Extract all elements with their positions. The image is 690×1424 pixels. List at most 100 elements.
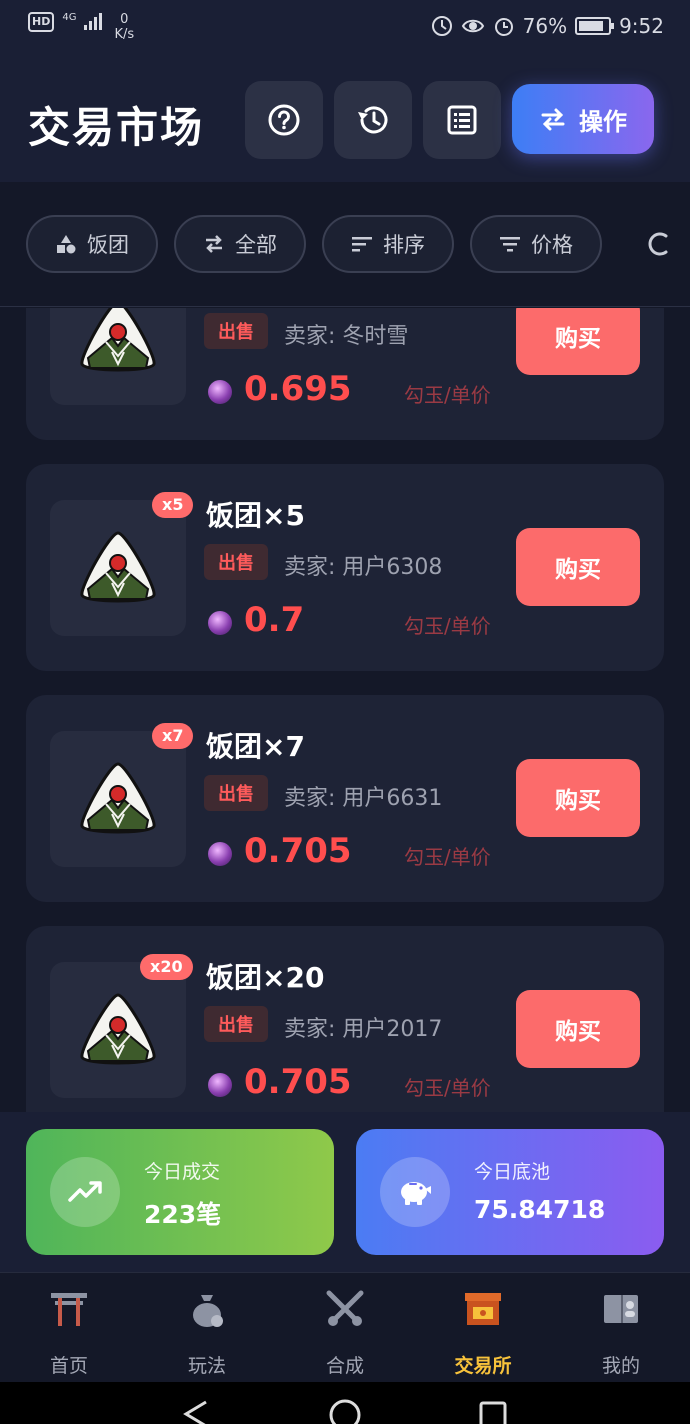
- sell-tag: 出售: [204, 775, 268, 811]
- swap-arrows-icon: [206, 235, 222, 253]
- listing-card: x7 饭团×7 出售 卖家: 用户6631 0.705 勾玉/单价 购买: [26, 695, 664, 902]
- sell-tag: 出售: [204, 1006, 268, 1042]
- history-button[interactable]: [334, 81, 412, 159]
- buy-button[interactable]: 购买: [516, 528, 640, 606]
- nav-profile-label: 我的: [601, 1355, 640, 1377]
- history-icon: [358, 106, 388, 134]
- listing-card: 出售 卖家: 冬时雪 0.695 勾玉/单价 购买: [26, 308, 664, 440]
- filter-bar: 饭团 全部 排序 价格: [0, 182, 690, 307]
- item-thumbnail: [50, 731, 186, 867]
- signal-icon: [84, 12, 103, 30]
- today-deals-value: 223笔: [144, 1200, 222, 1229]
- nav-play-label: 玩法: [187, 1355, 226, 1377]
- today-deals-card: 今日成交 223笔: [26, 1129, 334, 1255]
- home-icon[interactable]: [328, 1398, 362, 1424]
- nav-exchange[interactable]: 交易所: [414, 1273, 552, 1383]
- magatama-coin-icon: [208, 380, 232, 404]
- net-speed: 0 K/s: [114, 12, 135, 42]
- list-icon: [447, 105, 477, 135]
- filter-scope-label: 全部: [235, 233, 277, 257]
- item-thumbnail: [50, 308, 186, 405]
- trend-up-icon: [50, 1157, 120, 1227]
- listing-card: x20 饭团×20 出售 卖家: 用户2017 0.705 勾玉/单价 购买: [26, 926, 664, 1112]
- nav-home[interactable]: 首页: [0, 1273, 138, 1383]
- question-circle-icon: [268, 104, 300, 136]
- magatama-coin-icon: [208, 611, 232, 635]
- filter-icon: [500, 237, 520, 252]
- sell-tag: 出售: [204, 313, 268, 349]
- status-bar: HD 4G 0 K/s 76% 9:52: [0, 0, 690, 56]
- onigiri-icon: [80, 993, 156, 1065]
- quantity-badge: x20: [140, 954, 193, 980]
- network-type: 4G: [62, 12, 77, 23]
- battery-percent: 76%: [522, 14, 568, 38]
- price-filter-label: 价格: [531, 233, 573, 257]
- today-pool-value: 75.84718: [474, 1195, 606, 1224]
- alarm-icon: [494, 18, 513, 36]
- unit-price: 0.695: [244, 369, 352, 409]
- item-thumbnail: [50, 962, 186, 1098]
- nav-play[interactable]: 玩法: [138, 1273, 276, 1383]
- listing-list[interactable]: 出售 卖家: 冬时雪 0.695 勾玉/单价 购买 x5 饭团×5 出售 卖家:…: [0, 308, 690, 1112]
- swap-arrows-icon: [541, 108, 565, 131]
- market-stall-icon: [465, 1293, 501, 1325]
- today-pool-card: 今日底池 75.84718: [356, 1129, 664, 1255]
- item-name: 饭团×5: [206, 499, 305, 532]
- price-unit: 勾玉/单价: [404, 845, 491, 869]
- data-saver-icon: [431, 16, 452, 36]
- filter-scope-chip[interactable]: 全部: [174, 215, 306, 273]
- buy-button[interactable]: 购买: [516, 759, 640, 837]
- nav-craft-label: 合成: [325, 1355, 364, 1377]
- help-button[interactable]: [245, 81, 323, 159]
- sort-chip[interactable]: 排序: [322, 215, 454, 273]
- today-pool-label: 今日底池: [474, 1161, 551, 1183]
- recents-icon[interactable]: [478, 1400, 508, 1424]
- price-filter-chip[interactable]: 价格: [470, 215, 602, 273]
- back-icon[interactable]: [182, 1400, 210, 1424]
- magatama-coin-icon: [208, 1073, 232, 1097]
- torii-gate-icon: [51, 1293, 87, 1326]
- seller-name: 卖家: 用户6631: [284, 786, 443, 811]
- quantity-badge: x5: [152, 492, 194, 518]
- sort-icon: [352, 237, 372, 252]
- nav-exchange-label: 交易所: [454, 1355, 512, 1377]
- unit-price: 0.705: [244, 1062, 352, 1102]
- crossed-swords-icon: [326, 1290, 364, 1326]
- magatama-coin-icon: [208, 842, 232, 866]
- orders-list-button[interactable]: [423, 81, 501, 159]
- loading-icon: [648, 232, 668, 256]
- listing-card: x5 饭团×5 出售 卖家: 用户6308 0.7 勾玉/单价 购买: [26, 464, 664, 671]
- refresh-chip[interactable]: [646, 215, 686, 273]
- nav-profile[interactable]: 我的: [552, 1273, 690, 1383]
- money-bag-icon: [193, 1295, 223, 1327]
- page-title: 交易市场: [28, 103, 205, 152]
- stats-panel: 今日成交 223笔 今日底池 75.84718: [0, 1112, 690, 1272]
- status-right: 76% 9:52: [431, 14, 664, 38]
- price-unit: 勾玉/单价: [404, 383, 491, 407]
- system-nav-bar: [0, 1382, 690, 1424]
- profile-book-icon: [604, 1295, 638, 1323]
- today-deals-label: 今日成交: [144, 1161, 221, 1183]
- unit-price: 0.705: [244, 831, 352, 871]
- hd-badge: HD: [28, 12, 55, 32]
- sort-label: 排序: [383, 233, 425, 257]
- bottom-nav: 首页 玩法 合成 交易所 我的: [0, 1272, 690, 1382]
- nav-home-label: 首页: [49, 1355, 88, 1377]
- operate-label: 操作: [579, 107, 627, 136]
- clock: 9:52: [619, 14, 664, 38]
- buy-button[interactable]: 购买: [516, 308, 640, 375]
- battery-icon: [575, 17, 615, 35]
- status-left: HD 4G 0 K/s: [28, 12, 134, 42]
- filter-category-chip[interactable]: 饭团: [26, 215, 158, 273]
- piggy-bank-icon: [380, 1157, 450, 1227]
- eye-icon: [461, 19, 484, 33]
- buy-button[interactable]: 购买: [516, 990, 640, 1068]
- seller-name: 卖家: 冬时雪: [284, 324, 409, 349]
- shapes-icon: [57, 235, 76, 254]
- nav-craft[interactable]: 合成: [276, 1273, 414, 1383]
- onigiri-icon: [80, 531, 156, 603]
- quantity-badge: x7: [152, 723, 194, 749]
- operate-button[interactable]: 操作: [512, 84, 654, 154]
- item-name: 饭团×7: [206, 730, 305, 763]
- filter-category-label: 饭团: [87, 233, 129, 257]
